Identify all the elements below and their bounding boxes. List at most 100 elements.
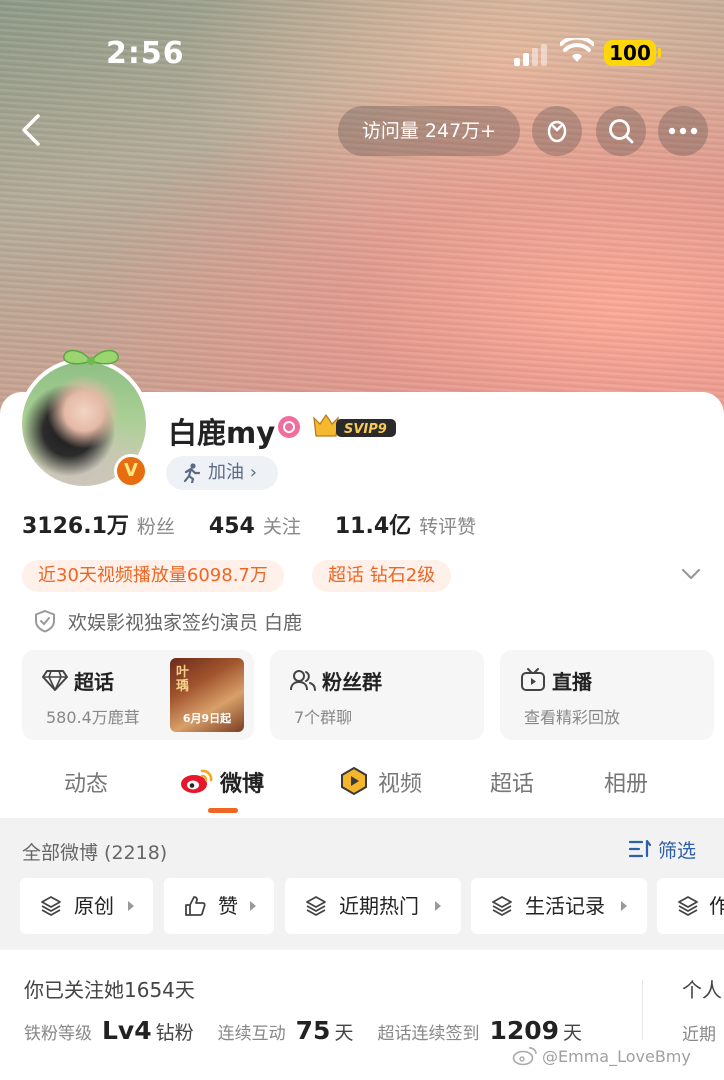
fan-stats: 铁粉等级 Lv4 钻粉 连续互动 75 天 超话连续签到 1209 天: [24, 1016, 606, 1045]
chip-recent-hot-label: 近期热门: [339, 894, 419, 918]
chip-life-record-label: 生活记录: [525, 894, 605, 918]
followers-count[interactable]: 3126.1万: [22, 508, 129, 540]
watermark: @Emma_LoveBmy: [512, 1046, 691, 1066]
poster-date: 6月9日起: [182, 712, 232, 725]
chip-recent-hot[interactable]: 近期热门: [285, 878, 461, 934]
chevron-down-icon[interactable]: [680, 566, 702, 582]
status-bar: 2:56 100: [0, 0, 724, 100]
fan-group-card[interactable]: 粉丝群 7个群聊: [270, 650, 484, 740]
cheer-button[interactable]: 加油 ›: [166, 456, 278, 490]
bow-decoration-icon: [63, 349, 119, 365]
live-card[interactable]: 直播 查看精彩回放: [500, 650, 714, 740]
more-button[interactable]: [658, 106, 708, 156]
supertopic-poster[interactable]: 叶 瑀 6月9日起: [170, 658, 244, 732]
supertopic-subtitle: 580.4万鹿茸: [46, 708, 140, 727]
side-panel-title[interactable]: 个人: [682, 974, 722, 1003]
profile-stats: 3126.1万 粉丝 454 关注 11.4亿 转评赞: [22, 508, 510, 544]
filter-button[interactable]: 筛选: [628, 836, 696, 863]
signal-icon: [514, 44, 550, 66]
profile-tabs: 动态 微博 视频 超话 相册: [0, 756, 724, 816]
wifi-icon: [560, 38, 594, 62]
more-icon: [668, 127, 698, 135]
tab-weibo-label: 微博: [220, 772, 265, 797]
fan-group-subtitle: 7个群聊: [294, 708, 353, 727]
weibo-logo-icon: [181, 769, 213, 793]
engagement-count[interactable]: 11.4亿: [335, 508, 411, 540]
supertopic-level-tag[interactable]: 超话 钻石2级: [312, 560, 452, 592]
tab-video-label: 视频: [378, 772, 423, 797]
checkin-value: 1209: [489, 1016, 560, 1045]
avatar[interactable]: V: [18, 349, 150, 490]
filter-icon: [628, 839, 652, 858]
video-views-tag[interactable]: 近30天视频播放量6098.7万: [22, 560, 284, 592]
weibo-watermark-icon: [512, 1047, 537, 1066]
follow-duration: 你已关注她1654天: [24, 978, 195, 1002]
layers-icon: [678, 896, 698, 916]
cheer-label: 加油 ›: [208, 462, 257, 483]
live-subtitle: 查看精彩回放: [524, 708, 621, 727]
svip-label: SVIP9: [344, 422, 387, 437]
video-play-icon: [341, 766, 367, 796]
battery-icon: 100: [604, 40, 661, 66]
chip-liked-label: 赞: [218, 894, 238, 918]
interact-label: 连续互动: [217, 1024, 286, 1044]
tab-album[interactable]: 相册: [604, 766, 648, 798]
thumbs-up-icon: [185, 896, 206, 916]
fan-level-unit: 钻粉: [155, 1022, 194, 1044]
tab-weibo[interactable]: 微博: [180, 766, 264, 798]
membership-badge-icon[interactable]: [278, 416, 300, 438]
chip-life-record[interactable]: 生活记录: [471, 878, 647, 934]
chip-original-label: 原创: [74, 894, 114, 918]
interact-unit: 天: [334, 1022, 354, 1044]
feed-count: 全部微博 (2218): [22, 842, 168, 864]
layers-icon: [306, 896, 326, 916]
divider: [642, 980, 643, 1040]
chip-works[interactable]: 作: [657, 878, 724, 934]
checkin-unit: 天: [563, 1022, 583, 1044]
layers-icon: [492, 896, 512, 916]
followers-label[interactable]: 粉丝: [137, 512, 175, 539]
username: 白鹿my: [168, 416, 276, 450]
tab-supertopic[interactable]: 超话: [490, 766, 534, 798]
caret-icon: [128, 901, 134, 911]
gift-button[interactable]: [532, 106, 582, 156]
chip-original[interactable]: 原创: [20, 878, 153, 934]
watermark-text: @Emma_LoveBmy: [542, 1046, 691, 1066]
following-label[interactable]: 关注: [263, 512, 301, 539]
interact-value: 75: [295, 1016, 331, 1045]
chip-works-label: 作: [709, 894, 724, 918]
caret-icon: [621, 901, 627, 911]
supertopic-card[interactable]: 超话 580.4万鹿茸 叶 瑀 6月9日起: [22, 650, 254, 740]
gift-icon: [547, 120, 567, 143]
people-icon: [290, 670, 316, 691]
back-button[interactable]: [14, 110, 50, 150]
shield-check-icon: [35, 609, 55, 633]
chip-liked[interactable]: 赞: [164, 878, 274, 934]
engagement-label[interactable]: 转评赞: [419, 512, 476, 539]
following-count[interactable]: 454: [209, 514, 255, 539]
side-panel-subtitle: 近期: [682, 1025, 716, 1045]
live-title: 直播: [552, 670, 592, 694]
fan-group-title: 粉丝群: [322, 670, 382, 694]
active-tab-indicator: [208, 808, 238, 813]
certification: 欢娱影视独家签约演员 白鹿: [34, 606, 302, 636]
diamond-icon: [42, 670, 68, 691]
tab-video[interactable]: 视频: [338, 766, 422, 798]
supertopic-title: 超话: [74, 670, 114, 694]
svip-badge[interactable]: SVIP9: [310, 412, 398, 442]
status-time: 2:56: [106, 36, 185, 71]
running-icon: [183, 463, 201, 483]
filter-label: 筛选: [658, 840, 697, 862]
search-button[interactable]: [596, 106, 646, 156]
caret-icon: [435, 901, 441, 911]
caret-icon: [250, 901, 256, 911]
fan-level-label: 铁粉等级: [24, 1024, 92, 1044]
layers-icon: [41, 896, 61, 916]
search-icon: [609, 119, 634, 144]
fan-level-value: Lv4: [102, 1016, 152, 1045]
tab-dynamics[interactable]: 动态: [64, 766, 108, 798]
verified-badge-icon: V: [114, 454, 148, 488]
certification-text: 欢娱影视独家签约演员 白鹿: [68, 611, 303, 634]
visits-count-button[interactable]: 访问量 247万+: [338, 106, 520, 156]
feed-header: 全部微博 (2218) 筛选 原创 赞 近期热门 生活记录 作: [0, 818, 724, 948]
